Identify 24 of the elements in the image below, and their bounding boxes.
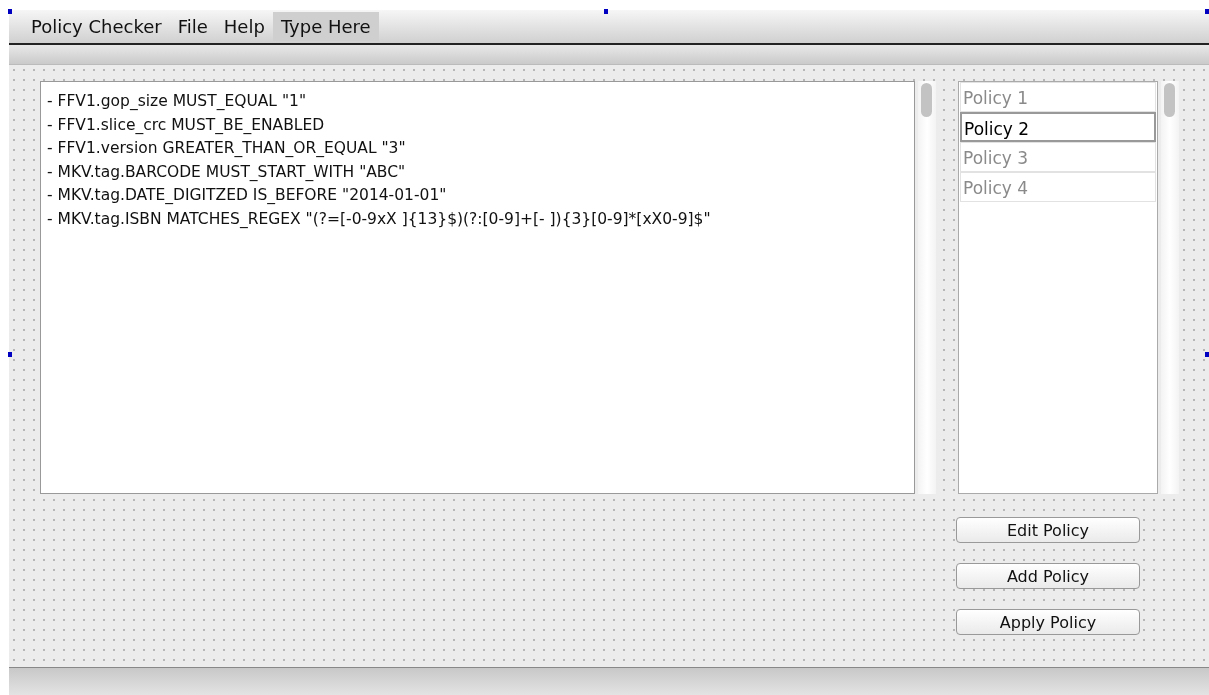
policy-button[interactable]: Apply Policy <box>956 609 1140 635</box>
menu-item[interactable]: Help <box>215 12 273 41</box>
policy-list-item[interactable]: Policy 2 <box>960 112 1156 142</box>
rule-line: - FFV1.version GREATER_THAN_OR_EQUAL "3" <box>47 138 407 159</box>
scrollbar[interactable] <box>1161 81 1179 494</box>
selection-handle[interactable] <box>8 9 12 14</box>
rule-line: - MKV.tag.DATE_DIGITZED IS_BEFORE "2014-01-01" <box>47 185 448 206</box>
policy-button[interactable]: Add Policy <box>956 563 1140 589</box>
scrollbar[interactable] <box>918 81 936 494</box>
menu-item[interactable]: Type Here <box>272 12 379 41</box>
policy-list-item[interactable]: Policy 3 <box>960 142 1156 172</box>
policy-button[interactable]: Edit Policy <box>956 517 1140 543</box>
menu-item[interactable]: Policy Checker <box>23 12 170 41</box>
menu-item[interactable]: File <box>169 12 216 41</box>
selection-handle[interactable] <box>1205 9 1209 14</box>
selection-handle[interactable] <box>8 352 12 357</box>
selection-handle[interactable] <box>1205 352 1209 357</box>
selection-handle[interactable] <box>604 9 608 14</box>
policy-list-item[interactable]: Policy 1 <box>960 82 1156 112</box>
rule-line: - MKV.tag.ISBN MATCHES_REGEX "(?=[-0-9xX ]{13}$)(?:[0-9]+[- ]){3}[0-9]*[xX0-9]$" <box>47 208 712 230</box>
rule-line: - FFV1.slice_crc MUST_BE_ENABLED <box>47 114 326 136</box>
rule-line: - MKV.tag.BARCODE MUST_START_WITH "ABC" <box>47 161 407 183</box>
rule-line: - FFV1.gop_size MUST_EQUAL "1" <box>47 91 308 112</box>
rules-text-area[interactable] <box>40 81 915 494</box>
